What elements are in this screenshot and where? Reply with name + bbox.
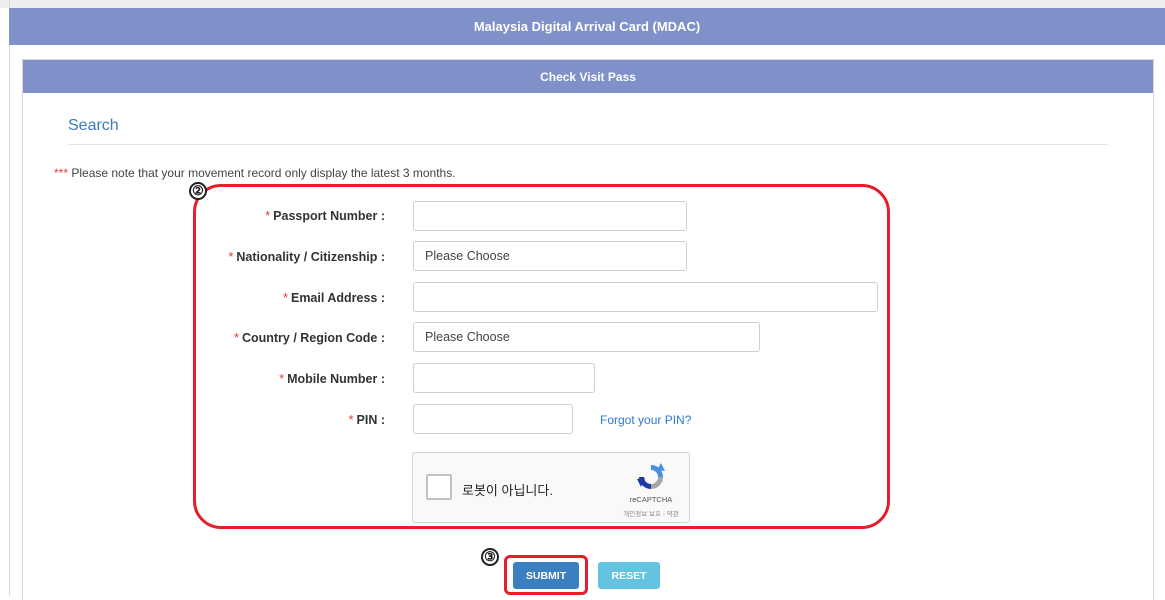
required-mark: * <box>228 250 234 264</box>
page-left-border <box>9 0 10 596</box>
step-3-marker: ③ <box>481 548 499 566</box>
recaptcha-brand: reCAPTCHA <box>629 495 673 504</box>
panel-header: Check Visit Pass <box>23 60 1153 93</box>
note-stars: *** <box>54 166 69 180</box>
required-mark: * <box>279 372 285 386</box>
passport-number-label: * Passport Number : <box>265 209 385 223</box>
required-mark: * <box>234 331 239 345</box>
search-section-title: Search <box>68 117 119 134</box>
note-text: Please note that your movement record on… <box>68 166 456 180</box>
forgot-pin-link[interactable]: Forgot your PIN? <box>600 413 691 427</box>
nationality-select[interactable]: Please Choose <box>413 241 687 271</box>
nationality-label: * Nationality / Citizenship : <box>228 250 386 264</box>
country-region-code-label: * Country / Region Code : <box>234 331 385 345</box>
recaptcha-widget: 로봇이 아닙니다. reCAPTCHA 개인정보 보호 - 약관 <box>412 452 690 523</box>
step-2-marker: ② <box>189 182 207 200</box>
email-address-input[interactable] <box>413 282 878 312</box>
recaptcha-label: 로봇이 아닙니다. <box>462 483 553 498</box>
required-mark: * <box>348 413 354 427</box>
pin-label: * PIN : <box>348 413 385 427</box>
pin-input[interactable] <box>413 404 573 434</box>
passport-number-input[interactable] <box>413 201 687 231</box>
app-header: Malaysia Digital Arrival Card (MDAC) <box>9 8 1165 45</box>
recaptcha-privacy-terms[interactable]: 개인정보 보호 - 약관 <box>612 508 690 518</box>
mobile-number-input[interactable] <box>413 363 595 393</box>
reset-button[interactable]: RESET <box>598 562 660 589</box>
required-mark: * <box>265 209 271 223</box>
recaptcha-icon <box>637 463 665 489</box>
panel-title: Check Visit Pass <box>540 69 636 84</box>
country-region-code-select[interactable]: Please Choose <box>413 322 760 352</box>
email-address-label: * Email Address : <box>283 291 385 305</box>
movement-record-note: *** Please note that your movement recor… <box>54 166 456 180</box>
mobile-number-label: * Mobile Number : <box>279 372 385 386</box>
recaptcha-checkbox[interactable] <box>426 474 452 500</box>
required-mark: * <box>283 291 288 305</box>
submit-button[interactable]: SUBMIT <box>513 562 579 589</box>
app-title: Malaysia Digital Arrival Card (MDAC) <box>473 19 701 34</box>
section-divider <box>68 144 1108 145</box>
browser-top-strip <box>0 0 1165 8</box>
